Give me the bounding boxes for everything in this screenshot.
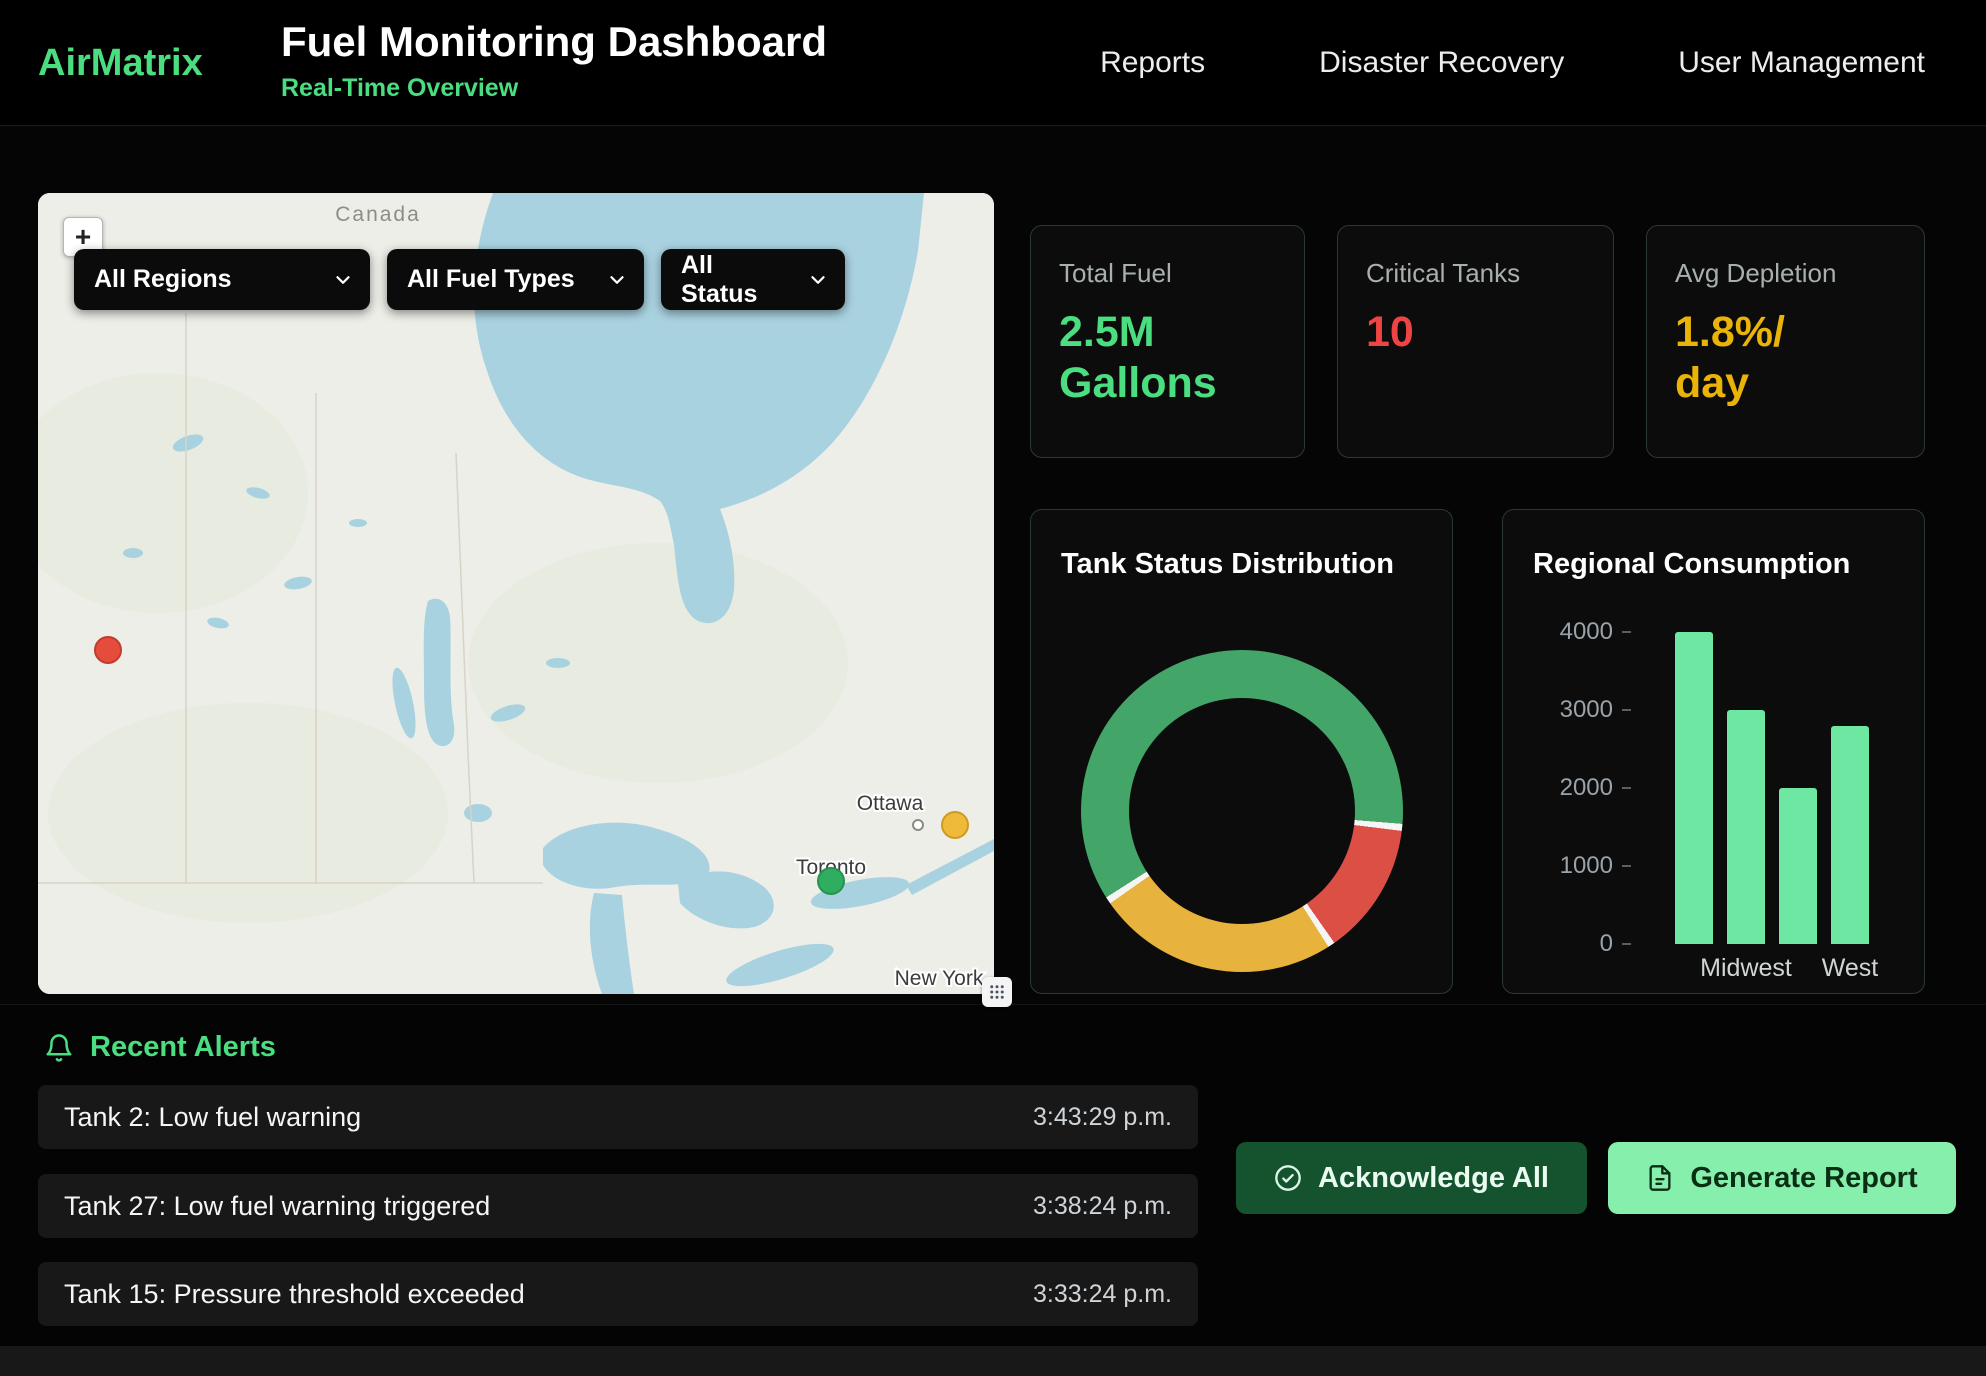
total-fuel-card: Total Fuel 2.5M Gallons bbox=[1030, 225, 1305, 458]
consumption-bar bbox=[1779, 788, 1817, 944]
stat-label: Critical Tanks bbox=[1366, 258, 1585, 289]
stat-value: 10 bbox=[1366, 307, 1556, 358]
x-category-label: Midwest bbox=[1700, 954, 1792, 983]
country-label: Canada bbox=[335, 203, 421, 226]
chevron-down-icon bbox=[606, 269, 628, 291]
stat-value: 2.5M Gallons bbox=[1059, 307, 1249, 408]
y-tick-mark bbox=[1622, 787, 1631, 789]
map-filter-row: All Regions All Fuel Types All Status bbox=[74, 249, 845, 310]
alert-timestamp: 3:38:24 p.m. bbox=[1033, 1192, 1172, 1221]
y-tick-mark bbox=[1622, 631, 1631, 633]
avg-depletion-card: Avg Depletion 1.8%/ day bbox=[1646, 225, 1925, 458]
map-panel[interactable]: Canada Ottawa Toronto New York + All Reg… bbox=[38, 193, 994, 994]
regional-bar-plot: 0 1000 2000 3000 4000 Midwest West bbox=[1503, 510, 1924, 993]
page-subtitle: Real-Time Overview bbox=[281, 74, 827, 103]
ottawa-label: Ottawa bbox=[857, 792, 924, 815]
normal-tank-marker[interactable] bbox=[818, 868, 844, 894]
x-category-label: West bbox=[1822, 954, 1879, 983]
chart-title: Tank Status Distribution bbox=[1061, 548, 1394, 581]
alerts-title: Recent Alerts bbox=[90, 1031, 276, 1064]
nav-disaster-recovery[interactable]: Disaster Recovery bbox=[1319, 46, 1564, 80]
nav-user-management[interactable]: User Management bbox=[1678, 46, 1925, 80]
y-tick-label: 2000 bbox=[1537, 774, 1613, 802]
donut-hole bbox=[1129, 698, 1355, 924]
region-filter-value: All Regions bbox=[94, 265, 232, 294]
regional-consumption-card: Regional Consumption 01000200030004000Mi… bbox=[1502, 509, 1925, 994]
ottawa-city-dot bbox=[913, 820, 923, 830]
map-canvas[interactable]: Canada Ottawa Toronto New York bbox=[38, 193, 994, 994]
app-header: AirMatrix Fuel Monitoring Dashboard Real… bbox=[0, 0, 1986, 126]
alert-message: Tank 15: Pressure threshold exceeded bbox=[64, 1279, 525, 1310]
alert-message: Tank 27: Low fuel warning triggered bbox=[64, 1191, 490, 1222]
main-nav: Reports Disaster Recovery User Managemen… bbox=[1100, 0, 1925, 125]
tank-status-donut bbox=[1081, 650, 1403, 972]
critical-tanks-card: Critical Tanks 10 bbox=[1337, 225, 1614, 458]
page-title-block: Fuel Monitoring Dashboard Real-Time Over… bbox=[281, 18, 827, 103]
tank-status-distribution-card: Tank Status Distribution bbox=[1030, 509, 1453, 994]
chevron-down-icon bbox=[332, 269, 354, 291]
acknowledge-all-label: Acknowledge All bbox=[1318, 1162, 1549, 1195]
bell-icon bbox=[44, 1033, 74, 1063]
alert-row[interactable]: Tank 27: Low fuel warning triggered 3:38… bbox=[38, 1174, 1198, 1238]
consumption-bar bbox=[1727, 710, 1765, 944]
chevron-down-icon bbox=[807, 269, 829, 291]
alerts-header: Recent Alerts bbox=[44, 1031, 276, 1064]
document-icon bbox=[1646, 1164, 1674, 1192]
stat-label: Avg Depletion bbox=[1675, 258, 1896, 289]
region-filter-dropdown[interactable]: All Regions bbox=[74, 249, 370, 310]
bottom-strip bbox=[0, 1346, 1986, 1376]
check-circle-icon bbox=[1274, 1164, 1302, 1192]
fuel-monitoring-dashboard: AirMatrix Fuel Monitoring Dashboard Real… bbox=[0, 0, 1986, 1376]
drag-handle[interactable] bbox=[982, 977, 1012, 1007]
alert-timestamp: 3:33:24 p.m. bbox=[1033, 1280, 1172, 1309]
recent-alerts-panel: Recent Alerts Tank 2: Low fuel warning 3… bbox=[0, 1004, 1986, 1346]
generate-report-button[interactable]: Generate Report bbox=[1608, 1142, 1956, 1214]
status-filter-dropdown[interactable]: All Status bbox=[661, 249, 845, 310]
alert-timestamp: 3:43:29 p.m. bbox=[1033, 1103, 1172, 1132]
consumption-bar bbox=[1675, 632, 1713, 944]
generate-report-label: Generate Report bbox=[1690, 1162, 1917, 1195]
y-tick-mark bbox=[1622, 865, 1631, 867]
y-tick-label: 4000 bbox=[1537, 618, 1613, 646]
consumption-bar bbox=[1831, 726, 1869, 944]
new-york-label: New York bbox=[895, 967, 984, 990]
app-logo: AirMatrix bbox=[38, 42, 203, 85]
fuel-type-filter-value: All Fuel Types bbox=[407, 265, 575, 294]
y-tick-mark bbox=[1622, 943, 1631, 945]
y-tick-mark bbox=[1622, 709, 1631, 711]
alert-message: Tank 2: Low fuel warning bbox=[64, 1102, 361, 1133]
y-tick-label: 1000 bbox=[1537, 852, 1613, 880]
status-filter-value: All Status bbox=[681, 251, 793, 309]
fuel-type-filter-dropdown[interactable]: All Fuel Types bbox=[387, 249, 644, 310]
alert-row[interactable]: Tank 15: Pressure threshold exceeded 3:3… bbox=[38, 1262, 1198, 1326]
drag-handle-icon bbox=[988, 983, 1006, 1001]
stat-value: 1.8%/ day bbox=[1675, 307, 1865, 408]
y-tick-label: 0 bbox=[1537, 930, 1613, 958]
acknowledge-all-button[interactable]: Acknowledge All bbox=[1236, 1142, 1587, 1214]
critical-tank-marker[interactable] bbox=[95, 637, 121, 663]
alert-row[interactable]: Tank 2: Low fuel warning 3:43:29 p.m. bbox=[38, 1085, 1198, 1149]
y-tick-label: 3000 bbox=[1537, 696, 1613, 724]
nav-reports[interactable]: Reports bbox=[1100, 46, 1205, 80]
warning-tank-marker[interactable] bbox=[942, 812, 968, 838]
stat-label: Total Fuel bbox=[1059, 258, 1276, 289]
page-title: Fuel Monitoring Dashboard bbox=[281, 18, 827, 66]
